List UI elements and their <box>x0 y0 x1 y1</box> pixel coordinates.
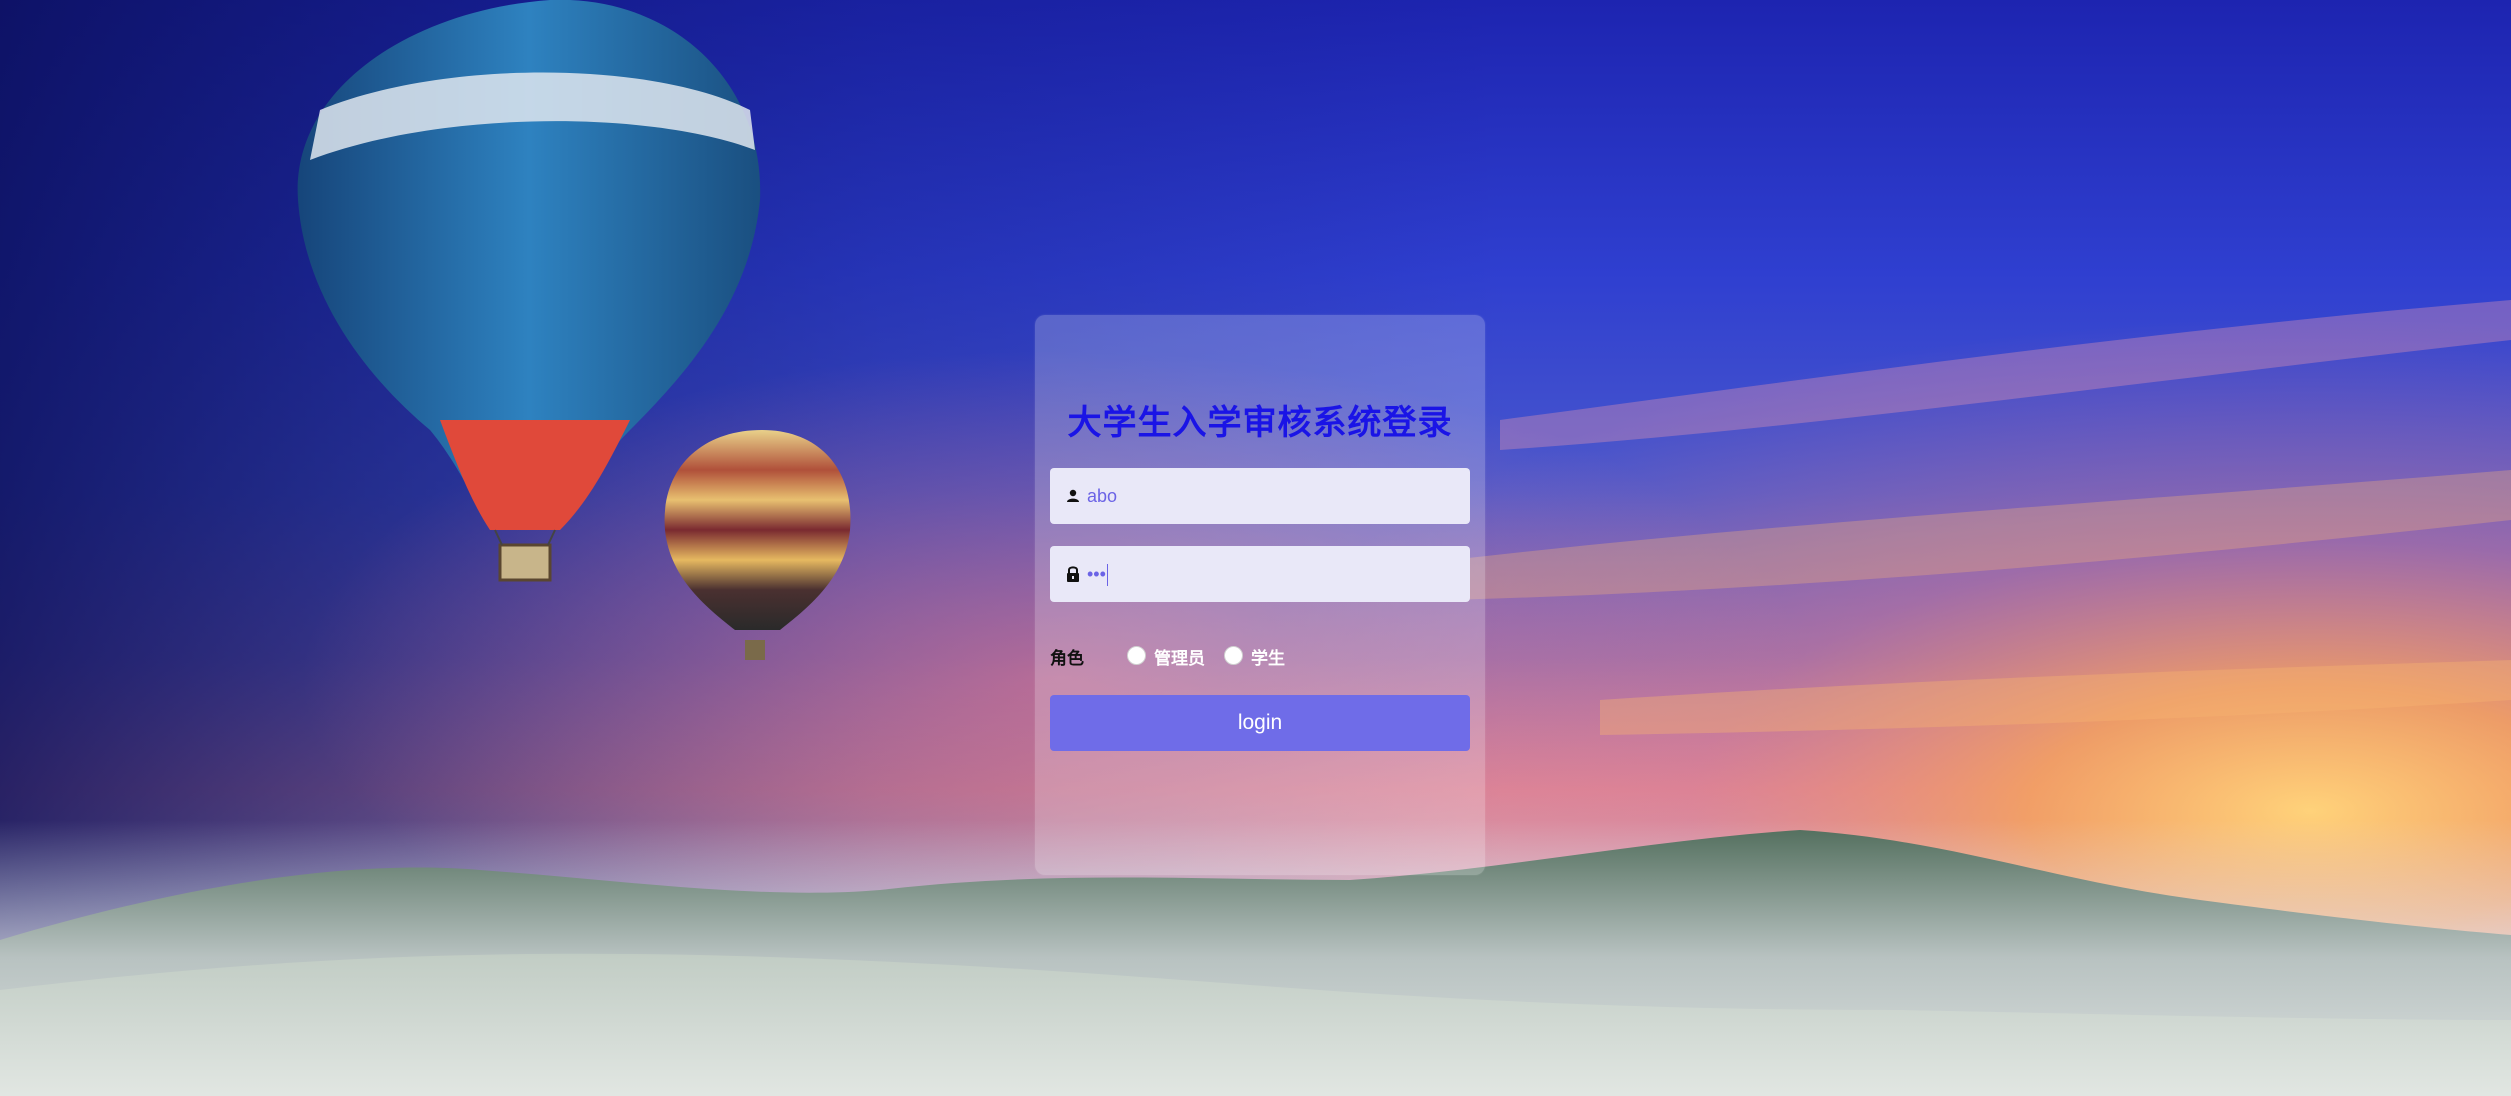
role-label: 角色 <box>1050 649 1084 669</box>
user-icon <box>1067 489 1079 502</box>
password-value: ••• <box>1087 546 1108 602</box>
role-option-student-label[interactable]: 学生 <box>1251 644 1285 669</box>
username-value: abo <box>1087 486 1118 506</box>
login-panel: 大学生入学审核系统登录 abo ••• 角色 管理员 学生 login <box>1035 315 1485 875</box>
radio-admin[interactable] <box>1127 646 1146 665</box>
username-field[interactable]: abo <box>1050 468 1470 524</box>
role-selector: 角色 管理员 学生 <box>1050 640 1470 670</box>
hot-air-balloon-illustration <box>297 0 851 660</box>
role-option-admin-label[interactable]: 管理员 <box>1154 644 1205 669</box>
radio-student[interactable] <box>1224 646 1243 665</box>
password-field[interactable]: ••• <box>1050 546 1470 602</box>
lock-icon <box>1067 566 1079 582</box>
login-button[interactable]: login <box>1050 695 1470 751</box>
login-title: 大学生入学审核系统登录 <box>1067 403 1453 443</box>
